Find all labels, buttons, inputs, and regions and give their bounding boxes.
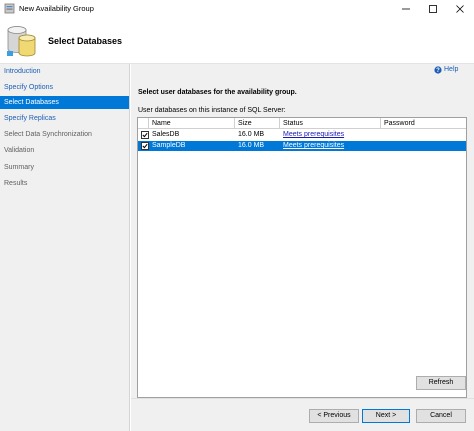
instruction-text: Select user databases for the availabili…	[138, 89, 297, 96]
status-link[interactable]: Meets prerequisites	[280, 141, 381, 151]
cancel-button[interactable]: Cancel	[416, 409, 466, 423]
help-icon: ?	[434, 65, 442, 74]
page-title: Select Databases	[48, 36, 123, 46]
row-checkbox[interactable]	[141, 142, 149, 150]
table-row[interactable]: SalesDB 16.0 MB Meets prerequisites	[138, 130, 466, 140]
sidebar-item-select-data-synchronization: Select Data Synchronization	[4, 131, 92, 138]
table-row[interactable]: SampleDB 16.0 MB Meets prerequisites	[138, 141, 466, 151]
grid-header: Name Size Status Password	[138, 118, 466, 129]
column-header-password[interactable]: Password	[381, 118, 466, 129]
maximize-icon	[429, 4, 437, 13]
row-checkbox[interactable]	[141, 131, 149, 139]
checkmark-icon	[142, 132, 148, 138]
column-header-size[interactable]: Size	[235, 118, 280, 129]
close-icon	[456, 4, 464, 13]
window-title: New Availability Group	[19, 4, 94, 13]
grid-label: User databases on this instance of SQL S…	[138, 107, 286, 114]
database-name: SampleDB	[152, 142, 186, 149]
app-icon	[4, 3, 15, 14]
refresh-button[interactable]: Refresh	[416, 376, 466, 390]
sidebar-item-specify-options[interactable]: Specify Options	[0, 81, 129, 94]
help-label: Help	[444, 66, 459, 73]
database-size: 16.0 MB	[238, 142, 265, 149]
column-header-name[interactable]: Name	[149, 118, 235, 129]
wizard-sidebar: Introduction Specify Options Select Data…	[0, 64, 130, 431]
minimize-icon	[402, 8, 410, 9]
sidebar-item-select-databases[interactable]: Select Databases	[0, 96, 129, 109]
sidebar-item-summary: Summary	[4, 164, 34, 171]
checkmark-icon	[142, 143, 148, 149]
status-link[interactable]: Meets prerequisites	[280, 130, 381, 140]
database-icon	[7, 26, 36, 57]
sidebar-item-specify-replicas[interactable]: Specify Replicas	[0, 112, 129, 125]
title-bar: New Availability Group	[0, 0, 474, 17]
next-button[interactable]: Next >	[362, 409, 410, 423]
database-name: SalesDB	[152, 131, 180, 138]
minimize-button[interactable]	[393, 0, 419, 17]
password-cell[interactable]	[381, 141, 466, 151]
close-button[interactable]	[447, 0, 473, 17]
sidebar-item-introduction[interactable]: Introduction	[0, 65, 129, 78]
column-header-status[interactable]: Status	[280, 118, 381, 129]
previous-button[interactable]: < Previous	[309, 409, 359, 423]
checkbox-column-header	[138, 118, 149, 129]
footer-divider	[131, 398, 474, 399]
svg-text:?: ?	[436, 68, 440, 74]
maximize-button[interactable]	[420, 0, 446, 17]
wizard-header: Select Databases	[0, 17, 474, 64]
sidebar-item-validation: Validation	[4, 147, 35, 154]
help-link[interactable]: ? Help	[434, 64, 458, 75]
sidebar-item-results: Results	[4, 180, 28, 187]
password-cell[interactable]	[381, 130, 466, 140]
database-size: 16.0 MB	[238, 131, 265, 138]
database-grid[interactable]: Name Size Status Password SalesDB 16.0 M…	[137, 117, 467, 398]
